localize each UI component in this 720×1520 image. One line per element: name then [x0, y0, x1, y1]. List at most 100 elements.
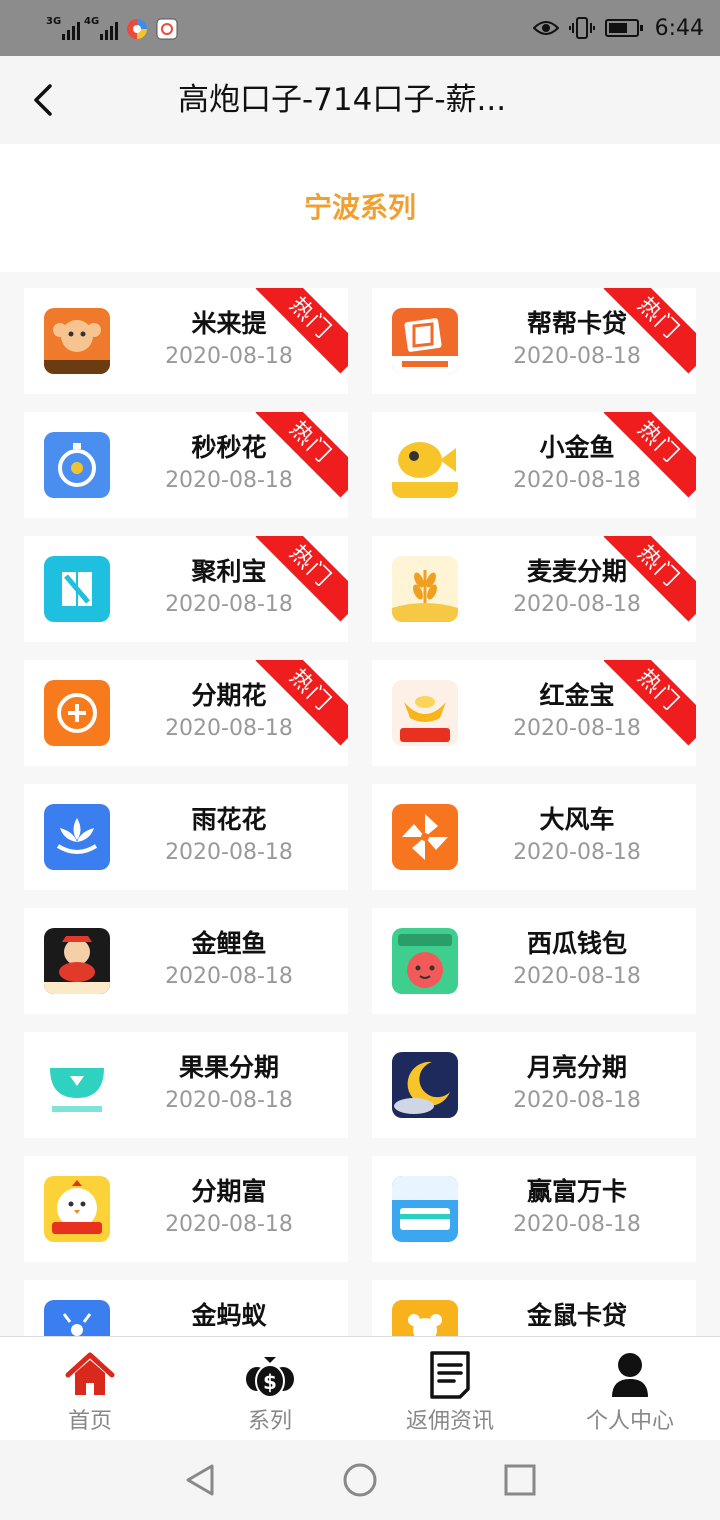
app-name: 西瓜钱包 [526, 929, 627, 958]
system-home-icon[interactable] [340, 1460, 380, 1500]
signal-icon: 4G [84, 16, 118, 42]
wheat-app-icon [392, 556, 458, 622]
nav-item-profile[interactable]: 个人中心 [540, 1337, 720, 1441]
system-nav-bar [0, 1440, 720, 1520]
app-grid: 米来提 2020-08-18 热门 帮帮卡贷 2020-08-18 热门 秒秒花… [24, 288, 696, 1336]
card-app-icon [392, 308, 458, 374]
app-name: 赢富万卡 [526, 1177, 627, 1206]
gold-ingot-app-icon [392, 680, 458, 746]
vibrate-icon [568, 17, 595, 39]
app-card[interactable]: 红金宝 2020-08-18 热门 [372, 660, 696, 766]
ant-app-icon [44, 1300, 110, 1336]
system-back-icon[interactable] [180, 1460, 220, 1500]
nav-item-home[interactable]: 首页 [0, 1337, 180, 1441]
app-date: 2020-08-18 [165, 344, 293, 369]
status-bar: 3G 4G 6:44 [0, 0, 720, 56]
app-date: 2020-08-18 [165, 1212, 293, 1237]
app-card[interactable]: 赢富万卡 2020-08-18 [372, 1156, 696, 1262]
app-card[interactable]: 雨花花 2020-08-18 [24, 784, 348, 890]
app-date: 2020-08-18 [513, 840, 641, 865]
app-card[interactable]: 分期富 2020-08-18 [24, 1156, 348, 1262]
app-name: 大风车 [539, 805, 615, 834]
app-name: 果果分期 [178, 1053, 279, 1082]
chevron-left-icon[interactable] [22, 78, 66, 122]
app-card[interactable]: 秒秒花 2020-08-18 热门 [24, 412, 348, 518]
app-card[interactable]: 聚利宝 2020-08-18 热门 [24, 536, 348, 642]
app-date: 2020-08-18 [513, 1212, 641, 1237]
signal-icon: 3G [46, 16, 80, 42]
app-date: 2020-08-18 [513, 592, 641, 617]
status-bar-left: 3G 4G [46, 14, 178, 42]
app-name: 分期富 [191, 1177, 267, 1206]
app-date: 2020-08-18 [165, 468, 293, 493]
nav-label: 系列 [247, 1409, 292, 1434]
credit-card-app-icon [392, 1176, 458, 1242]
pinwheel-app-icon [392, 804, 458, 870]
juli-app-icon [44, 556, 110, 622]
app-date: 2020-08-18 [165, 716, 293, 741]
section-header: 宁波系列 [0, 144, 720, 272]
app-name: 金鼠卡贷 [526, 1301, 627, 1330]
app-card[interactable]: 小金鱼 2020-08-18 热门 [372, 412, 696, 518]
app-notification-icon [156, 18, 178, 40]
battery-icon [604, 19, 643, 37]
app-date: 2020-08-18 [513, 1088, 641, 1113]
app-name: 金鲤鱼 [191, 929, 267, 958]
stopwatch-app-icon [44, 432, 110, 498]
goldfish-app-icon [392, 432, 458, 498]
network-type-label: 3G [46, 16, 62, 27]
carp-app-icon [44, 928, 110, 994]
page-title: 高炮口子-714口子-薪... [178, 82, 507, 118]
app-date: 2020-08-18 [513, 468, 641, 493]
app-card[interactable]: 分期花 2020-08-18 热门 [24, 660, 348, 766]
app-card[interactable]: 金蚂蚁 [24, 1280, 348, 1336]
app-date: 2020-08-18 [513, 716, 641, 741]
fruit-app-icon [44, 1052, 110, 1118]
nav-item-series[interactable]: $ 系列 [180, 1337, 360, 1441]
home-icon [65, 1352, 115, 1395]
section-title: 宁波系列 [303, 191, 416, 224]
fenqihua-app-icon [44, 680, 110, 746]
nav-label: 返佣资讯 [405, 1409, 494, 1434]
moon-app-icon [392, 1052, 458, 1118]
app-date: 2020-08-18 [165, 840, 293, 865]
lotus-app-icon [44, 804, 110, 870]
nav-item-news[interactable]: 返佣资讯 [360, 1337, 540, 1441]
document-icon [430, 1351, 470, 1399]
app-name: 月亮分期 [526, 1053, 627, 1082]
app-notification-icon [127, 19, 147, 39]
app-card[interactable]: 米来提 2020-08-18 热门 [24, 288, 348, 394]
nav-label: 首页 [67, 1409, 112, 1434]
app-card[interactable]: 金鲤鱼 2020-08-18 [24, 908, 348, 1014]
app-date: 2020-08-18 [165, 964, 293, 989]
app-date: 2020-08-18 [513, 344, 641, 369]
app-card[interactable]: 大风车 2020-08-18 [372, 784, 696, 890]
chicken-app-icon [44, 1176, 110, 1242]
app-date: 2020-08-18 [513, 964, 641, 989]
app-name: 金蚂蚁 [191, 1301, 267, 1330]
app-header: 高炮口子-714口子-薪... [0, 56, 720, 144]
svg-text:$: $ [263, 1370, 277, 1394]
app-card[interactable]: 帮帮卡贷 2020-08-18 热门 [372, 288, 696, 394]
app-card[interactable]: 金鼠卡贷 [372, 1280, 696, 1336]
app-name: 雨花花 [191, 805, 267, 834]
system-recents-icon[interactable] [500, 1460, 540, 1500]
app-card[interactable]: 月亮分期 2020-08-18 [372, 1032, 696, 1138]
app-card[interactable]: 西瓜钱包 2020-08-18 [372, 908, 696, 1014]
mouse-app-icon [392, 1300, 458, 1336]
main-content[interactable]: 宁波系列 米来提 2020-08-18 热门 帮帮卡贷 2020-08-18 热… [0, 144, 720, 1336]
nav-label: 个人中心 [585, 1409, 674, 1434]
money-bags-icon: $ [246, 1357, 294, 1398]
eye-comfort-icon [532, 21, 559, 35]
app-date: 2020-08-18 [165, 1088, 293, 1113]
bottom-nav: 首页 $ 系列 返佣资讯 个人中心 [0, 1336, 720, 1441]
watermelon-app-icon [392, 928, 458, 994]
monkey-app-icon [44, 308, 110, 374]
clock: 6:44 [654, 15, 704, 41]
app-date: 2020-08-18 [165, 592, 293, 617]
status-bar-right: 6:44 [532, 12, 704, 44]
app-card[interactable]: 麦麦分期 2020-08-18 热门 [372, 536, 696, 642]
person-icon [612, 1353, 648, 1397]
network-type-label: 4G [84, 16, 100, 27]
app-card[interactable]: 果果分期 2020-08-18 [24, 1032, 348, 1138]
